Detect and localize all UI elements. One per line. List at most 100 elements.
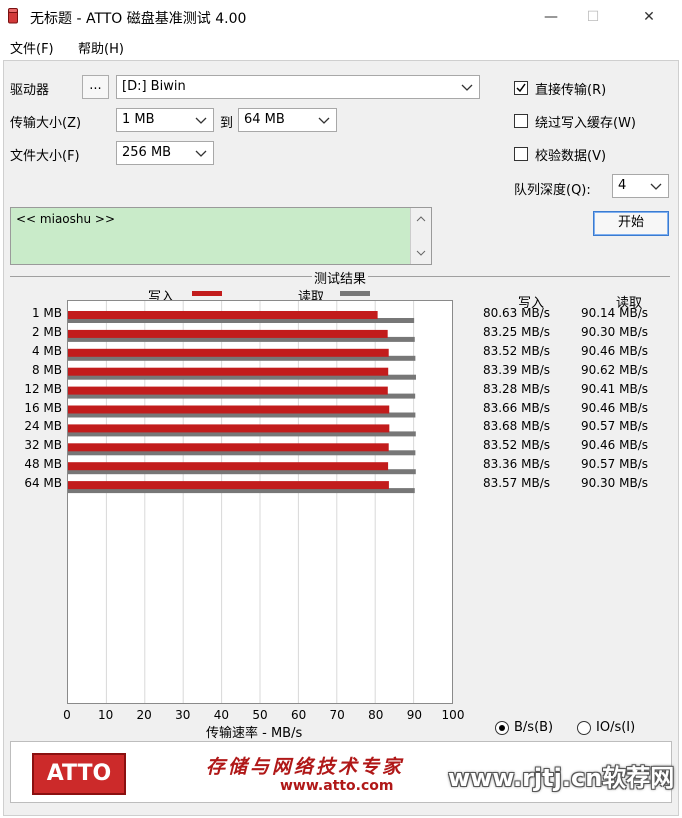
drive-select[interactable]: [D:] Biwin (116, 75, 480, 99)
x-tick-label: 50 (252, 708, 268, 722)
x-tick-label: 80 (368, 708, 384, 722)
write-value: 83.68 MB/s (482, 419, 550, 434)
write-value: 83.66 MB/s (482, 400, 550, 415)
write-value: 83.25 MB/s (482, 324, 550, 339)
write-bar (68, 405, 390, 414)
minimize-button[interactable]: — (528, 0, 574, 34)
file-size-value: 256 MB (122, 145, 172, 160)
x-tick-label: 10 (97, 708, 114, 722)
x-tick-label: 100 (441, 708, 465, 722)
y-tick-label: 4 MB (31, 343, 62, 358)
direct-io-label[interactable]: 直接传输(R) (535, 79, 606, 98)
footer-slogan: 存储与网络技术专家 (206, 756, 405, 778)
read-value: 90.30 MB/s (580, 476, 648, 491)
write-bar (68, 311, 378, 319)
queue-depth-select[interactable]: 4 (612, 174, 669, 198)
write-bar (68, 386, 388, 395)
chart-plot-area (67, 300, 453, 704)
drive-value: [D:] Biwin (122, 79, 186, 94)
chevron-down-icon (195, 117, 207, 124)
read-value: 90.57 MB/s (580, 419, 648, 434)
x-tick-label: 70 (329, 708, 345, 722)
write-value: 83.57 MB/s (482, 476, 550, 491)
chevron-down-icon (650, 183, 662, 190)
close-button[interactable]: ✕ (626, 0, 672, 34)
description-scrollbar[interactable] (410, 208, 431, 264)
legend-read-swatch (340, 291, 370, 296)
atto-logo: ATTO (32, 753, 126, 795)
read-value: 90.46 MB/s (580, 438, 648, 453)
transfer-to-value: 64 MB (244, 112, 285, 127)
write-value: 80.63 MB/s (482, 306, 550, 320)
app-icon (8, 8, 18, 24)
write-bar (68, 348, 389, 357)
description-text: << miaoshu >> (16, 212, 116, 226)
direct-io-checkbox[interactable] (514, 81, 528, 95)
chevron-down-icon (461, 84, 473, 91)
x-tick-label: 0 (63, 708, 71, 722)
browse-button[interactable]: ... (82, 75, 109, 99)
start-button[interactable]: 开始 (593, 211, 669, 236)
queue-depth-label: 队列深度(Q): (514, 183, 591, 198)
legend-write-swatch (192, 291, 222, 296)
write-value: 83.52 MB/s (482, 438, 550, 453)
write-bar (68, 443, 389, 452)
transfer-to-select[interactable]: 64 MB (238, 108, 337, 132)
scroll-down-icon (416, 250, 426, 256)
x-axis-label: 传输速率 - MB/s (206, 726, 303, 741)
file-size-select[interactable]: 256 MB (116, 141, 214, 165)
watermark-text: www.rjtj.cn软荐网 (448, 764, 675, 792)
bypass-cache-label[interactable]: 绕过写入缓存(W) (535, 112, 636, 131)
read-value: 90.41 MB/s (580, 381, 648, 396)
y-tick-label: 32 MB (24, 438, 62, 453)
window-title: 无标题 - ATTO 磁盘基准测试 4.00 (30, 11, 247, 27)
write-value: 83.39 MB/s (482, 362, 550, 377)
io-per-sec-label[interactable]: IO/s(I) (596, 720, 635, 735)
transfer-size-label: 传输大小(Z) (10, 116, 82, 131)
transfer-from-select[interactable]: 1 MB (116, 108, 214, 132)
io-per-sec-radio[interactable] (577, 721, 591, 735)
y-tick-label: 48 MB (24, 457, 62, 472)
y-tick-label: 1 MB (31, 306, 62, 320)
read-value: 90.46 MB/s (580, 400, 648, 415)
results-title: 测试结果 (312, 268, 369, 287)
bytes-per-sec-radio[interactable] (495, 721, 509, 735)
x-tick-label: 40 (213, 708, 230, 722)
bypass-cache-checkbox[interactable] (514, 114, 528, 128)
y-tick-label: 64 MB (24, 476, 62, 491)
transfer-from-value: 1 MB (122, 112, 155, 127)
x-tick-label: 60 (290, 708, 307, 722)
y-tick-label: 16 MB (24, 400, 62, 415)
write-bar (68, 462, 389, 471)
read-value: 90.62 MB/s (580, 362, 648, 377)
footer-url[interactable]: www.atto.com (280, 778, 394, 794)
y-tick-label: 2 MB (31, 324, 62, 339)
write-bar (68, 329, 388, 338)
verify-data-label[interactable]: 校验数据(V) (535, 145, 606, 164)
maximize-button[interactable]: ☐ (570, 0, 616, 34)
write-bar (68, 367, 389, 376)
verify-data-checkbox[interactable] (514, 147, 528, 161)
bytes-per-sec-label[interactable]: B/s(B) (514, 720, 553, 735)
file-size-label: 文件大小(F) (10, 149, 80, 164)
write-value: 83.28 MB/s (482, 381, 550, 396)
read-value: 90.57 MB/s (580, 457, 648, 472)
write-value: 83.36 MB/s (482, 457, 550, 472)
radio-selected-dot (499, 725, 505, 731)
x-tick-label: 90 (406, 708, 423, 722)
to-label: 到 (220, 116, 234, 131)
y-tick-label: 24 MB (24, 419, 62, 434)
menu-help[interactable]: 帮助(H) (78, 38, 124, 57)
queue-depth-value: 4 (618, 178, 627, 193)
write-bar (68, 424, 390, 433)
drive-label: 驱动器 (10, 83, 50, 98)
read-value: 90.46 MB/s (580, 343, 648, 358)
y-tick-label: 12 MB (24, 381, 62, 396)
x-tick-label: 20 (136, 708, 152, 722)
scroll-up-icon (416, 216, 426, 222)
description-box[interactable]: << miaoshu >> (10, 207, 432, 265)
write-value: 83.52 MB/s (482, 343, 550, 358)
chevron-down-icon (195, 150, 207, 157)
menu-file[interactable]: 文件(F) (10, 38, 54, 57)
read-value: 90.30 MB/s (580, 324, 648, 339)
